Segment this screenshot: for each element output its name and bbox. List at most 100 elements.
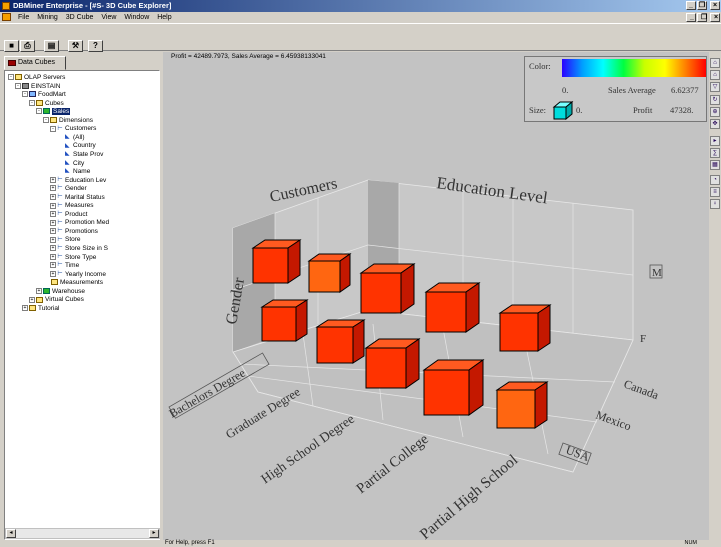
cube-cell[interactable] xyxy=(359,263,416,314)
drill-tool-icon[interactable]: ⊕ xyxy=(710,107,720,117)
tree-node[interactable]: ◣ Country xyxy=(57,142,96,150)
expand-icon[interactable]: + xyxy=(50,262,56,269)
view-button[interactable]: ▤ xyxy=(44,40,59,52)
collapse-icon[interactable]: - xyxy=(8,74,14,81)
menu-help[interactable]: Help xyxy=(154,12,174,23)
expand-icon[interactable]: + xyxy=(22,305,28,312)
tree-node[interactable]: + ⊢ Product xyxy=(50,211,87,219)
expand-icon[interactable]: + xyxy=(50,193,56,200)
help-button[interactable]: ? xyxy=(88,40,103,52)
menu-view[interactable]: View xyxy=(98,12,119,23)
tab-data-cubes[interactable]: Data Cubes xyxy=(4,56,66,70)
save-button[interactable]: ■ xyxy=(4,40,19,52)
tree-node[interactable]: + ⊢ Promotions xyxy=(50,228,98,236)
expand-icon[interactable]: + xyxy=(29,296,35,303)
tree-node[interactable]: ◣ City xyxy=(57,160,84,168)
print-button[interactable]: ⎙ xyxy=(20,40,35,52)
refresh-tool-icon[interactable]: ↻ xyxy=(710,95,720,105)
cube-cell[interactable] xyxy=(498,304,552,352)
chart-tool-icon[interactable]: ◔ xyxy=(710,175,720,185)
tree-node[interactable]: + ⊢ Store xyxy=(50,236,81,244)
tree-node[interactable]: + ⊢ Store Size in S xyxy=(50,245,108,253)
edu-partial-college-label: Partial College xyxy=(354,431,432,497)
expand-icon[interactable]: + xyxy=(50,185,56,192)
cube-cell[interactable] xyxy=(251,239,302,284)
tree-node[interactable]: - Cubes xyxy=(29,100,64,108)
expand-icon[interactable]: + xyxy=(50,202,56,209)
tree-node[interactable]: - FoodMart xyxy=(22,91,66,99)
tree-node[interactable]: - EINSTAIN xyxy=(15,83,61,91)
tree-node[interactable]: - Dimensions xyxy=(43,117,93,125)
cube-cell[interactable] xyxy=(424,282,481,333)
measure-tool-icon[interactable]: ∑ xyxy=(710,148,720,158)
minimize-button[interactable]: _ xyxy=(686,1,696,10)
tree-node[interactable]: + ⊢ Measures xyxy=(50,202,94,210)
menu-mining[interactable]: Mining xyxy=(34,12,61,23)
doc-minimize-button[interactable]: _ xyxy=(686,13,696,22)
doc-close-button[interactable]: × xyxy=(710,13,720,22)
collapse-icon[interactable]: - xyxy=(15,82,21,89)
tree-node[interactable]: + Warehouse xyxy=(36,288,85,296)
tree-node[interactable]: + ⊢ Marital Status xyxy=(50,194,105,202)
close-button[interactable]: × xyxy=(710,1,720,10)
tree-node[interactable]: + ⊢ Store Type xyxy=(50,254,96,262)
user-tool-icon[interactable]: ♀ xyxy=(710,199,720,209)
home-tool-icon[interactable]: ⌂ xyxy=(710,70,720,80)
mining-button[interactable]: ⚒ xyxy=(68,40,83,52)
cube-cell[interactable] xyxy=(315,319,366,364)
scroll-right-icon[interactable]: ▸ xyxy=(149,529,159,538)
select-tool-icon[interactable]: ▸ xyxy=(710,136,720,146)
tree-node[interactable]: + ⊢ Time xyxy=(50,262,79,270)
expand-icon[interactable]: + xyxy=(50,219,56,226)
collapse-icon[interactable]: - xyxy=(22,91,28,98)
tree-node[interactable]: ◣ Name xyxy=(57,168,90,176)
cube-cell[interactable] xyxy=(364,338,421,389)
tree-node[interactable]: - Sales xyxy=(36,108,71,116)
table-tool-icon[interactable]: ▦ xyxy=(710,160,720,170)
expand-icon[interactable]: + xyxy=(50,245,56,252)
expand-icon[interactable]: + xyxy=(50,253,56,260)
tree-node[interactable]: + ⊢ Yearly Income xyxy=(50,271,106,279)
tree-node[interactable]: - ⊢ Customers xyxy=(50,125,96,133)
filter-tool-icon[interactable]: ▽ xyxy=(710,82,720,92)
doc-restore-button[interactable]: ❐ xyxy=(697,13,707,22)
document-icon[interactable] xyxy=(2,13,11,21)
tree-node-label: Tutorial xyxy=(38,304,60,312)
tree-node[interactable]: + Virtual Cubes xyxy=(29,296,84,304)
tree-horizontal-scrollbar[interactable]: ◂ ▸ xyxy=(5,528,160,539)
restore-button[interactable]: ❐ xyxy=(697,1,707,10)
menu-file[interactable]: File xyxy=(15,12,32,23)
cube-cell[interactable] xyxy=(495,381,549,429)
cube-3d-scene[interactable]: Customers Education Level Gender M F Can… xyxy=(163,52,709,543)
collapse-icon[interactable]: - xyxy=(50,125,56,132)
menu-window[interactable]: Window xyxy=(121,12,152,23)
tree-node[interactable]: + ⊢ Education Lev xyxy=(50,177,106,185)
tree-node[interactable]: - OLAP Servers xyxy=(8,74,65,82)
cube-cell[interactable] xyxy=(422,359,485,416)
expand-icon[interactable]: + xyxy=(50,270,56,277)
expand-icon[interactable]: + xyxy=(50,211,56,218)
list-tool-icon[interactable]: ≡ xyxy=(710,187,720,197)
tree-node[interactable]: Measurements xyxy=(43,279,103,287)
expand-icon[interactable]: + xyxy=(50,228,56,235)
menu-3d-cube[interactable]: 3D Cube xyxy=(63,12,97,23)
scroll-left-icon[interactable]: ◂ xyxy=(6,529,16,538)
rotate-tool-icon[interactable]: ⌂ xyxy=(710,58,720,68)
collapse-icon[interactable]: - xyxy=(43,117,49,124)
collapse-icon[interactable]: - xyxy=(29,99,35,106)
expand-icon[interactable]: + xyxy=(50,236,56,243)
move-tool-icon[interactable]: ✥ xyxy=(710,119,720,129)
tree-node[interactable]: ◣ (All) xyxy=(57,134,85,142)
cube-cell[interactable] xyxy=(260,299,309,342)
cube-tree[interactable]: - OLAP Servers - EINSTAIN - FoodMart - Cubes - Sa… xyxy=(4,70,160,540)
tree-node[interactable]: + ⊢ Gender xyxy=(50,185,87,193)
tree-node[interactable]: + ⊢ Promotion Med xyxy=(50,219,109,227)
tree-node[interactable]: ◣ State Prov xyxy=(57,151,103,159)
collapse-icon[interactable]: - xyxy=(36,108,42,115)
expand-icon[interactable]: + xyxy=(50,176,56,183)
tree-node[interactable]: + Tutorial xyxy=(22,305,59,313)
tree-node-label: Sales xyxy=(52,108,71,116)
cube-explorer-view[interactable]: Customers Education Level Gender M F Can… xyxy=(163,52,709,543)
expand-icon[interactable]: + xyxy=(36,288,42,295)
cube-cell[interactable] xyxy=(307,253,352,293)
